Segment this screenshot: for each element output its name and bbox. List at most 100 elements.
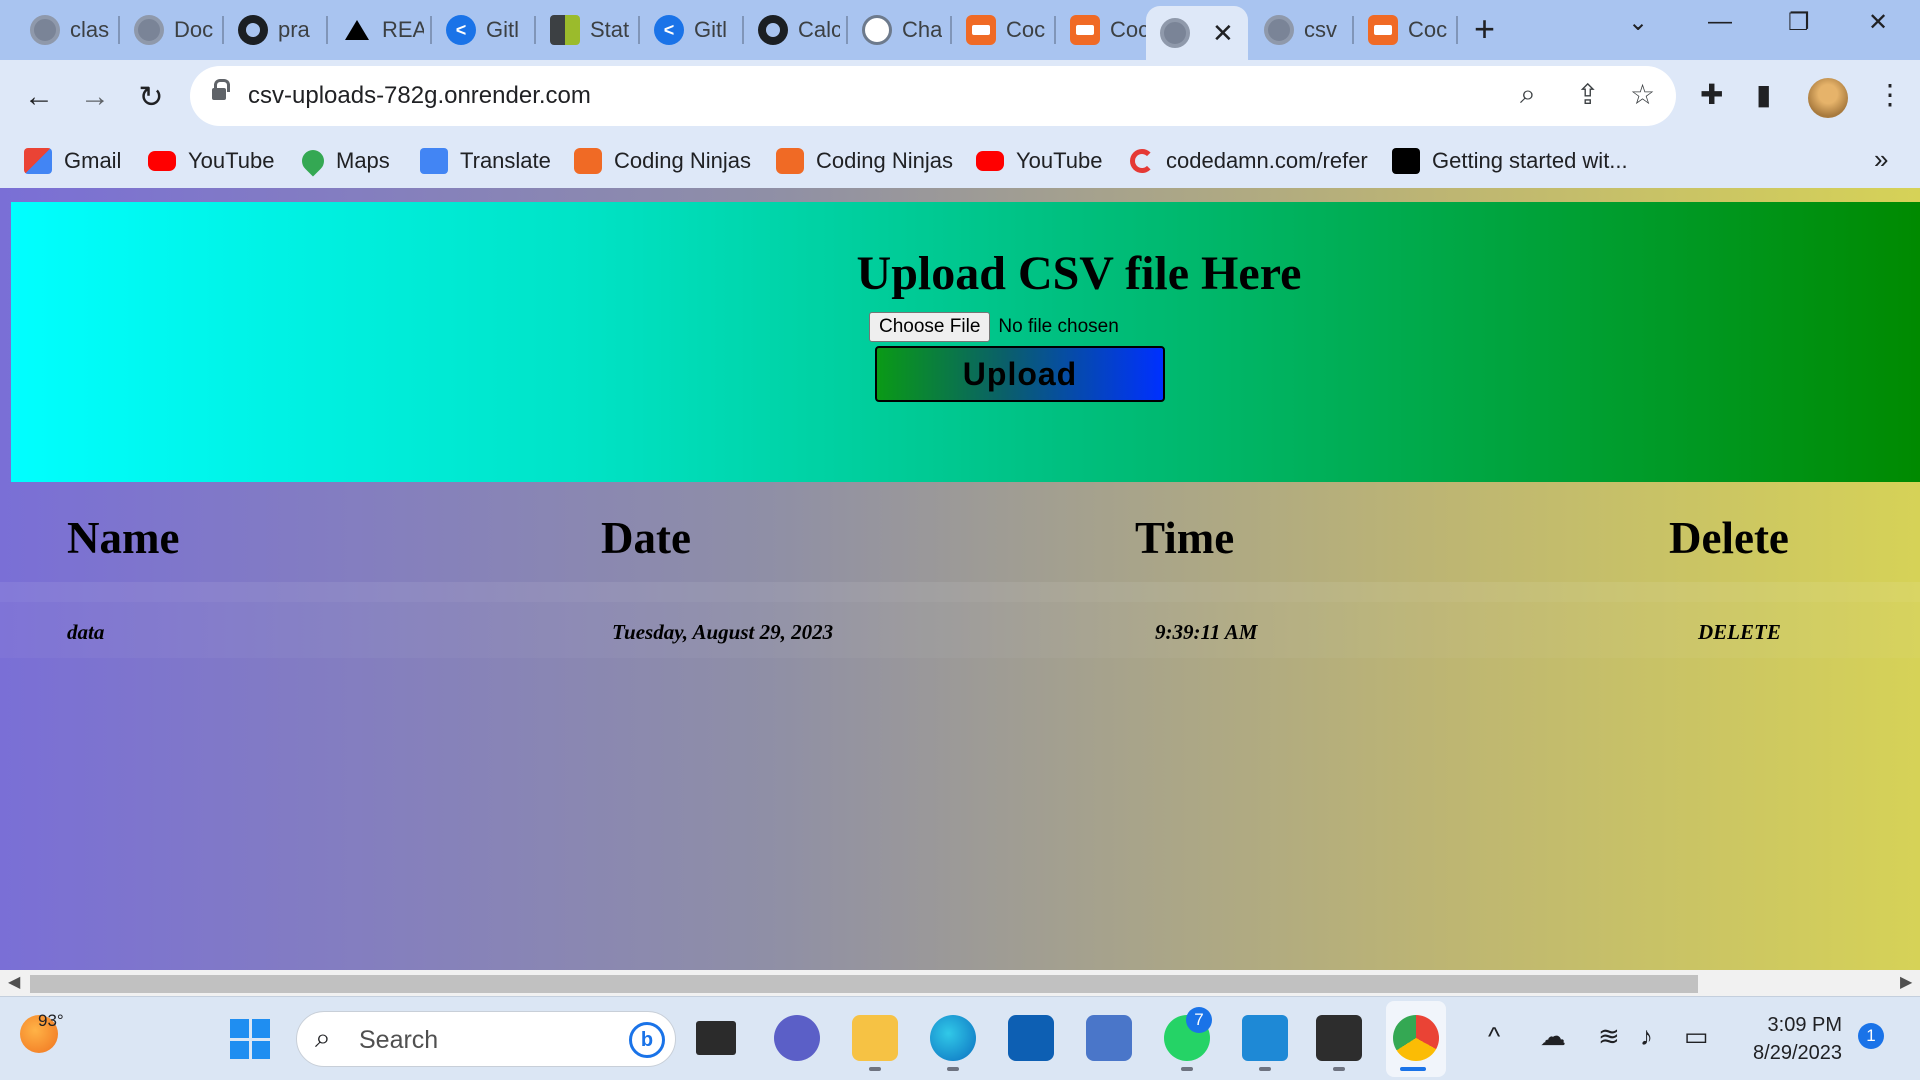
running-indicator — [1333, 1067, 1345, 1071]
bookmark-label: Gmail — [64, 148, 122, 173]
globe-icon — [1264, 15, 1294, 45]
tab-title: csv — [1304, 17, 1337, 42]
tab-5[interactable]: Stat — [536, 6, 636, 54]
notification-badge[interactable]: 1 — [1858, 1023, 1884, 1049]
tab-2[interactable]: pra — [224, 6, 324, 54]
translate-icon — [420, 148, 448, 174]
task-view-icon[interactable] — [696, 1021, 736, 1055]
onedrive-icon[interactable]: ☁ — [1540, 1021, 1566, 1052]
clock-time: 3:09 PM — [1767, 1014, 1842, 1036]
system-clock[interactable]: 3:09 PM 8/29/2023 — [1738, 1011, 1842, 1067]
coding-ninjas-icon — [966, 15, 996, 45]
tab-title: Coc — [1006, 17, 1046, 42]
url-text[interactable]: csv-uploads-782g.onrender.com — [248, 82, 591, 110]
bookmark-gmail[interactable]: Gmail — [24, 144, 121, 178]
terminal-icon[interactable] — [1316, 1015, 1362, 1061]
running-indicator — [1181, 1067, 1193, 1071]
tab-10[interactable]: Coc — [1056, 6, 1156, 54]
tab-0[interactable]: clas — [16, 6, 116, 54]
wifi-icon[interactable]: ≋ — [1598, 1021, 1620, 1052]
github-icon — [758, 15, 788, 45]
edge-icon[interactable] — [930, 1015, 976, 1061]
tab-title: Gitl — [694, 17, 727, 42]
zoom-icon[interactable]: ⌕ — [1520, 78, 1536, 111]
upload-button[interactable]: Upload — [875, 346, 1165, 402]
upload-panel: Upload CSV file Here Choose File No file… — [11, 202, 1920, 482]
row-divider — [0, 582, 1920, 602]
back-arrow-icon[interactable]: ← — [16, 74, 62, 120]
delete-link[interactable]: DELETE — [1698, 620, 1781, 645]
lock-icon[interactable] — [212, 79, 230, 104]
minimize-icon[interactable]: — — [1708, 8, 1732, 36]
chatgpt-icon — [862, 15, 892, 45]
taskbar: 93° ⌕ Search b 7 ^ ☁ ≋ ♪ ▭ 3:09 PM 8/29/… — [0, 996, 1920, 1080]
vercel-icon — [342, 15, 372, 45]
bookmarks-overflow-icon[interactable]: » — [1874, 144, 1888, 175]
tab-search-icon[interactable]: ⌄ — [1628, 8, 1648, 37]
tab-title: Doc — [174, 17, 214, 42]
cell-date: Tuesday, August 29, 2023 — [612, 620, 834, 644]
clock-date: 8/29/2023 — [1753, 1042, 1842, 1064]
tab-1[interactable]: Doc — [120, 6, 220, 54]
vscode-icon[interactable] — [1242, 1015, 1288, 1061]
tray-overflow-icon[interactable]: ^ — [1488, 1021, 1500, 1052]
scroll-left-icon[interactable]: ◀ — [8, 972, 20, 992]
windows-start-icon[interactable] — [230, 1019, 270, 1059]
tab-6[interactable]: < Gitl — [640, 6, 740, 54]
close-tab-icon[interactable]: ✕ — [1212, 18, 1234, 49]
tab-separator — [1456, 16, 1458, 44]
teams-chat-icon[interactable] — [774, 1015, 820, 1061]
extensions-icon[interactable]: ✚ — [1700, 78, 1723, 111]
scroll-right-icon[interactable]: ▶ — [1900, 972, 1912, 992]
tab-title: REA — [382, 17, 424, 42]
bookmark-youtube-2[interactable]: YouTube — [976, 144, 1102, 178]
new-tab-button[interactable]: + — [1474, 8, 1495, 50]
bookmark-translate[interactable]: Translate — [420, 144, 551, 178]
share-page-icon[interactable]: ⇪ — [1576, 78, 1599, 111]
badge-app-icon[interactable] — [1086, 1015, 1132, 1061]
weather-temperature: 93° — [38, 1011, 64, 1030]
bing-icon[interactable]: b — [629, 1022, 665, 1058]
running-indicator — [947, 1067, 959, 1071]
file-explorer-icon[interactable] — [852, 1015, 898, 1061]
tab-title: Stat — [590, 17, 630, 42]
close-window-icon[interactable]: ✕ — [1868, 8, 1888, 37]
search-icon: ⌕ — [315, 1022, 331, 1053]
tab-title: Coc — [1110, 17, 1150, 42]
tab-13[interactable]: Coc — [1354, 6, 1454, 54]
tab-7[interactable]: Calc — [744, 6, 844, 54]
horizontal-scrollbar[interactable]: ◀ ▶ — [0, 970, 1920, 996]
address-bar[interactable]: csv-uploads-782g.onrender.com ⌕ ⇪ ☆ — [190, 66, 1676, 126]
github-icon — [238, 15, 268, 45]
file-status-text: No file chosen — [998, 316, 1119, 337]
store-icon[interactable] — [1008, 1015, 1054, 1061]
file-input[interactable]: Choose File No file chosen — [869, 312, 1119, 342]
bookmark-star-icon[interactable]: ☆ — [1630, 78, 1655, 111]
forward-arrow-icon[interactable]: → — [72, 74, 118, 120]
bookmarks-bar: Gmail YouTube Maps Translate Coding Ninj… — [0, 134, 1920, 188]
bookmark-maps[interactable]: Maps — [297, 144, 390, 178]
bookmark-codedamn[interactable]: codedamn.com/refer — [1130, 144, 1368, 178]
tab-9[interactable]: Coc — [952, 6, 1052, 54]
choose-file-button[interactable]: Choose File — [869, 312, 991, 342]
side-panel-icon[interactable]: ▮ — [1756, 78, 1771, 111]
scrollbar-thumb[interactable] — [30, 975, 1698, 993]
bookmark-youtube[interactable]: YouTube — [148, 144, 274, 178]
avatar[interactable] — [1808, 78, 1848, 118]
tab-12[interactable]: csv — [1250, 6, 1350, 54]
bookmark-coding-ninjas-2[interactable]: Coding Ninjas — [776, 144, 953, 178]
bookmark-getting-started[interactable]: Getting started wit... — [1392, 144, 1628, 178]
taskbar-search[interactable]: ⌕ Search b — [296, 1011, 676, 1067]
tab-active[interactable]: ✕ — [1146, 6, 1248, 60]
chrome-icon[interactable] — [1393, 1015, 1439, 1061]
tab-4[interactable]: < Gitl — [432, 6, 532, 54]
battery-icon[interactable]: ▭ — [1684, 1021, 1709, 1052]
coding-ninjas-icon — [574, 148, 602, 174]
tab-3[interactable]: REA — [328, 6, 428, 54]
reload-icon[interactable]: ↻ — [128, 74, 174, 120]
bookmark-coding-ninjas[interactable]: Coding Ninjas — [574, 144, 751, 178]
menu-kebab-icon[interactable]: ⋮ — [1876, 78, 1904, 111]
volume-icon[interactable]: ♪ — [1640, 1021, 1653, 1052]
tab-8[interactable]: Cha — [848, 6, 948, 54]
restore-icon[interactable]: ❐ — [1788, 8, 1810, 37]
